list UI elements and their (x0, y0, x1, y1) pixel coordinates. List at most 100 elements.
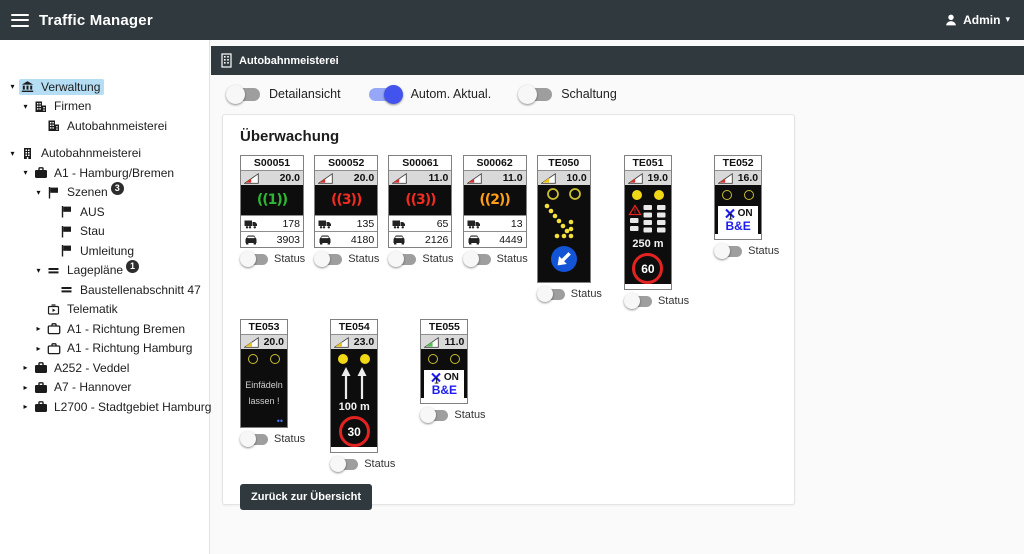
sidebar-item-a1-richtung-bremen[interactable]: ▸ A1 - Richtung Bremen (0, 319, 209, 339)
switch-off[interactable] (464, 254, 491, 265)
sidebar-item-label: A1 - Richtung Bremen (67, 322, 185, 336)
status-toggle[interactable]: Status (464, 253, 528, 265)
speed-limit-sign: 30 (339, 416, 370, 447)
switch-off[interactable] (519, 88, 552, 101)
sign-panel[interactable]: TE053 20.0 Einfädeln lassen ! •• (240, 319, 288, 428)
congestion-warning-display: ! 250 m 60 (625, 185, 671, 284)
sign-panel[interactable]: TE055 11.0 (420, 319, 468, 404)
sidebar-item-firmen[interactable]: ▾ Firmen (0, 97, 209, 117)
toggle-schaltung[interactable]: Schaltung (519, 87, 617, 101)
car-icon (244, 234, 258, 245)
switch-off[interactable] (715, 246, 742, 257)
collapse-arrow-icon[interactable]: ▾ (19, 168, 32, 177)
collapse-arrow-icon[interactable]: ▾ (6, 82, 19, 91)
sidebar-item-verwaltung[interactable]: ▾ Verwaltung (0, 77, 209, 97)
sign-panel[interactable]: TE051 19.0 ! (624, 155, 672, 290)
signal-row: 16.0 (715, 170, 761, 185)
beacon-lights (421, 349, 467, 366)
sidebar-item-umleitung[interactable]: Umleitung (0, 241, 209, 261)
switch-off[interactable] (625, 296, 652, 307)
sidebar-item-a252-veddel[interactable]: ▸ A252 - Veddel (0, 358, 209, 378)
status-toggle[interactable]: Status (715, 245, 779, 257)
sign-id: TE053 (241, 320, 287, 334)
sign-panel[interactable]: S00061 11.0 ((3)) 65 (388, 155, 452, 248)
car-icon (318, 234, 332, 245)
collapse-arrow-icon[interactable]: ▾ (32, 188, 45, 197)
sidebar-item-lagepläne[interactable]: ▾ Lagepläne 1 (0, 261, 209, 281)
signal-level-icon (392, 173, 407, 184)
sign-id: TE052 (715, 156, 761, 170)
sign-column-te050: TE050 10.0 (537, 155, 602, 300)
status-toggle[interactable]: Status (625, 295, 689, 307)
toggle-label: Schaltung (561, 87, 617, 101)
switch-on[interactable] (369, 88, 402, 101)
led-state: ((2)) (479, 192, 509, 208)
toggle-detailansicht[interactable]: Detailansicht (227, 87, 341, 101)
sidebar-item-a1-hamburg-bremen[interactable]: ▾ A1 - Hamburg/Bremen (0, 163, 209, 183)
status-toggle[interactable]: Status (241, 253, 305, 265)
signal-level-icon (467, 173, 482, 184)
status-toggle[interactable]: Status (538, 288, 602, 300)
sidebar-item-telematik[interactable]: Telematik (0, 300, 209, 320)
signal-level-icon (244, 173, 259, 184)
truck-icon (392, 218, 406, 229)
sidebar-item-a1-richtung-hamburg[interactable]: ▸ A1 - Richtung Hamburg (0, 339, 209, 359)
status-label: Status (454, 409, 485, 421)
expand-arrow-icon[interactable]: ▸ (19, 363, 32, 372)
status-label: Status (274, 253, 305, 265)
back-to-overview-button[interactable]: Zurück zur Übersicht (240, 484, 372, 510)
sign-panel[interactable]: TE054 23.0 100 m (330, 319, 378, 453)
status-toggle[interactable]: Status (331, 458, 395, 470)
sign-panel[interactable]: S00051 20.0 ((1)) 178 (240, 155, 304, 248)
signal-level-icon (334, 337, 349, 348)
lane-arrow-display (538, 185, 590, 282)
collapse-arrow-icon[interactable]: ▾ (6, 149, 19, 158)
switch-off[interactable] (241, 434, 268, 445)
status-toggle[interactable]: Status (241, 433, 305, 445)
sidebar-item-label: Telematik (67, 302, 118, 316)
switch-off[interactable] (315, 254, 342, 265)
status-label: Status (571, 288, 602, 300)
toggle-autom-aktual[interactable]: Autom. Aktual. (369, 87, 492, 101)
sidebar-item-a7-hannover[interactable]: ▸ A7 - Hannover (0, 378, 209, 398)
expand-arrow-icon[interactable]: ▸ (32, 344, 45, 353)
signal-level-icon (424, 337, 439, 348)
truck-count: 178 (282, 218, 300, 230)
car-icon (392, 234, 406, 245)
collapse-arrow-icon[interactable]: ▾ (32, 266, 45, 275)
sign-panel[interactable]: S00062 11.0 ((2)) 13 (463, 155, 527, 248)
expand-arrow-icon[interactable]: ▸ (19, 402, 32, 411)
sidebar-item-baustellenabschnitt-47[interactable]: Baustellenabschnitt 47 (0, 280, 209, 300)
switch-off[interactable] (538, 289, 565, 300)
switch-off[interactable] (331, 459, 358, 470)
switch-off[interactable] (421, 410, 448, 421)
sidebar-item-autobahnmeisterei-root[interactable]: ▾ Autobahnmeisterei (0, 144, 209, 164)
status-toggle[interactable]: Status (315, 253, 379, 265)
sign-id: TE054 (331, 320, 377, 334)
switch-off[interactable] (241, 254, 268, 265)
user-menu[interactable]: Admin ▾ (944, 13, 1010, 27)
sidebar-item-stau[interactable]: Stau (0, 222, 209, 242)
signal-row: 20.0 (241, 334, 287, 349)
sign-panel[interactable]: TE050 10.0 (537, 155, 591, 283)
sidebar-item-l2700-stadtgebiet-hamburg[interactable]: ▸ L2700 - Stadtgebiet Hamburg (0, 397, 209, 417)
lane-open-display: 100 m 30 (331, 349, 377, 447)
radio-status-display: 1 ON B&E (715, 185, 761, 234)
switch-off[interactable] (227, 88, 260, 101)
switch-off[interactable] (389, 254, 416, 265)
collapse-arrow-icon[interactable]: ▾ (19, 102, 32, 111)
sidebar-item-szenen[interactable]: ▾ Szenen 3 (0, 183, 209, 203)
sidebar-item-autobahnmeisterei-company[interactable]: Autobahnmeisterei (0, 116, 209, 136)
sign-panel[interactable]: S00052 20.0 ((3)) 135 (314, 155, 378, 248)
app-title: Traffic Manager (39, 12, 153, 29)
status-toggle[interactable]: Status (389, 253, 453, 265)
distance-text: 250 m (625, 238, 671, 250)
status-toggle[interactable]: Status (421, 409, 485, 421)
sidebar-item-aus[interactable]: AUS (0, 202, 209, 222)
sign-panel[interactable]: TE052 16.0 (714, 155, 762, 240)
sidebar-item-label: A7 - Hannover (54, 380, 131, 394)
menu-hamburger-icon[interactable] (11, 14, 29, 27)
expand-arrow-icon[interactable]: ▸ (19, 383, 32, 392)
briefcase-icon (34, 361, 49, 374)
expand-arrow-icon[interactable]: ▸ (32, 324, 45, 333)
